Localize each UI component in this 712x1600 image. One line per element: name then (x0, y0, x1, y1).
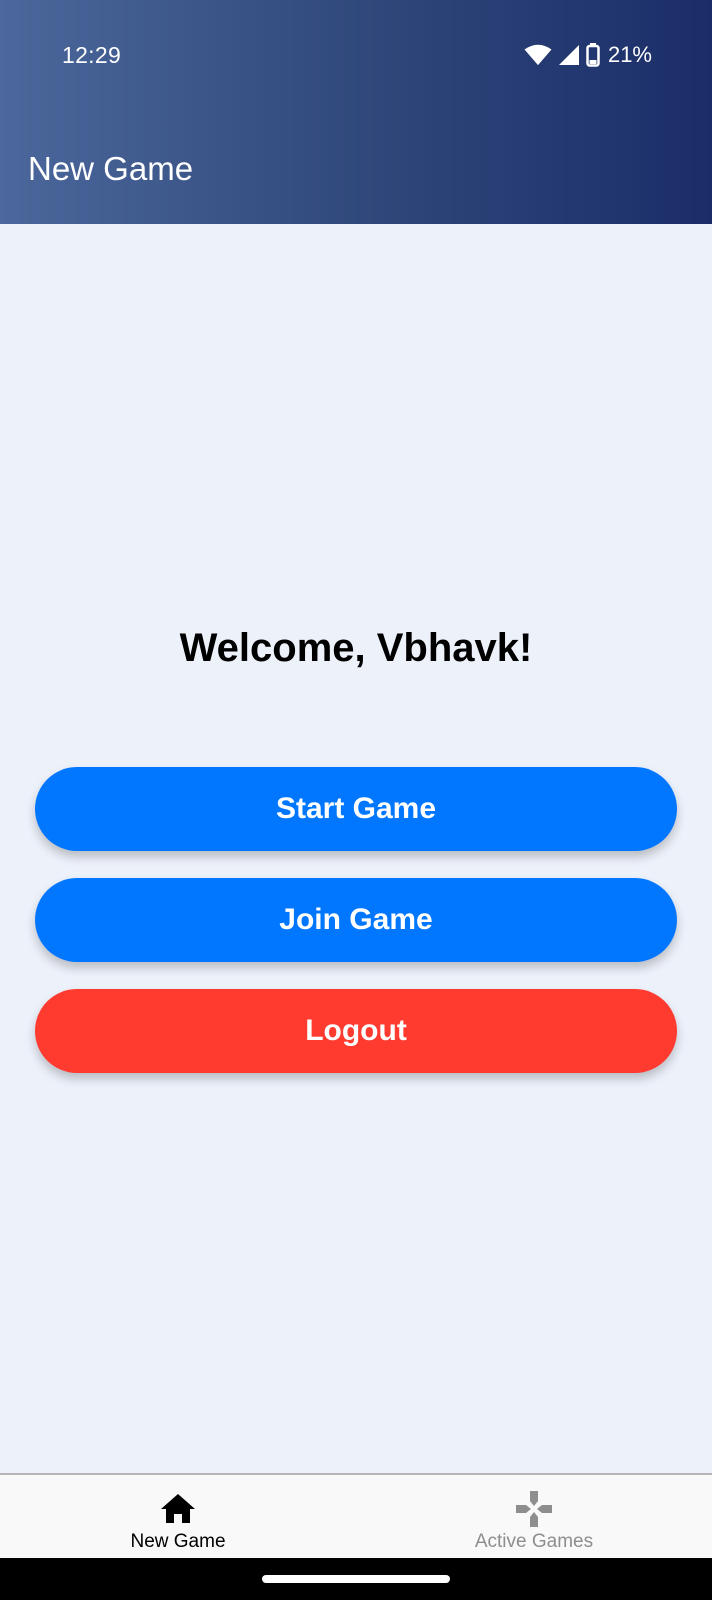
tab-new-game[interactable]: New Game (0, 1475, 356, 1559)
status-icons: 21% (524, 40, 652, 70)
signal-icon (558, 44, 580, 66)
gamepad-icon (514, 1489, 554, 1529)
start-game-button[interactable]: Start Game (35, 767, 677, 851)
logout-button[interactable]: Logout (35, 989, 677, 1073)
tab-label: Active Games (474, 1531, 594, 1552)
status-time: 12:29 (62, 42, 122, 68)
battery-icon (586, 43, 600, 67)
tab-label: New Game (130, 1531, 226, 1552)
home-gesture-handle[interactable] (262, 1575, 450, 1583)
tab-active-games[interactable]: Active Games (356, 1475, 712, 1559)
system-navigation-bar (0, 1558, 712, 1600)
bottom-navigation: New Game Active Games (0, 1473, 712, 1559)
join-game-button[interactable]: Join Game (35, 878, 677, 962)
app-header: 12:29 21% New Game (0, 0, 712, 224)
battery-percent: 21% (607, 42, 652, 67)
status-bar: 12:29 21% (0, 0, 712, 110)
home-icon (158, 1489, 198, 1529)
wifi-icon (524, 44, 552, 66)
page-title: New Game (28, 150, 194, 187)
welcome-message: Welcome, Vbhavk! (179, 626, 533, 670)
app-screen: 12:29 21% New Game Welcome, Vbhavk! Star… (0, 0, 712, 1600)
